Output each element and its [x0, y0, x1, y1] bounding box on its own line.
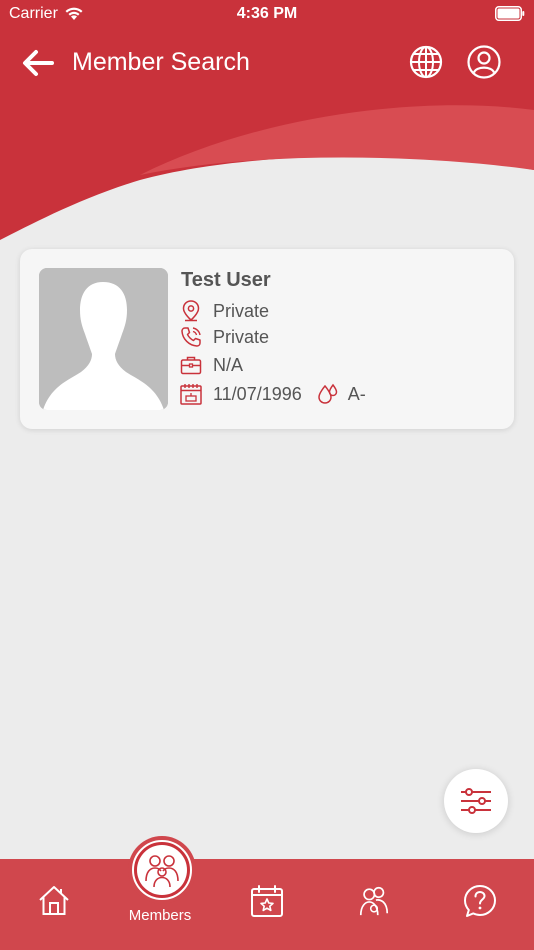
tab-events[interactable]	[250, 859, 284, 950]
family-icon	[359, 886, 389, 916]
phone-icon	[179, 325, 203, 349]
birthday-calendar-icon	[179, 382, 203, 406]
members-tab-label: Members	[128, 907, 192, 924]
members-icon	[145, 855, 179, 888]
address-row: Private	[179, 299, 269, 323]
birth-date-value: 11/07/1996	[213, 383, 302, 404]
member-card[interactable]: Test User Private Private N/A 11/07/1996…	[20, 249, 514, 429]
blood-drop-icon	[316, 382, 340, 406]
occupation-value: N/A	[213, 354, 244, 375]
blood-group: A-	[316, 382, 366, 406]
tab-help[interactable]	[462, 859, 498, 950]
briefcase-icon	[179, 353, 203, 377]
user-profile-icon[interactable]	[466, 44, 502, 80]
birth-blood-row: 11/07/1996 A-	[179, 382, 366, 406]
phone-row: Private	[179, 325, 269, 349]
calendar-star-icon	[251, 885, 283, 917]
status-bar: Carrier 4:36 PM	[0, 0, 534, 28]
battery-icon	[495, 6, 525, 21]
filter-button[interactable]	[444, 769, 508, 833]
members-tab-inner	[137, 845, 187, 895]
member-avatar	[39, 268, 168, 410]
person-silhouette-icon	[39, 268, 168, 410]
help-icon	[464, 885, 496, 917]
address-value: Private	[213, 300, 270, 321]
page-title: Member Search	[72, 48, 250, 76]
tab-members[interactable]: Members	[110, 840, 210, 950]
phone-value: Private	[213, 326, 270, 347]
location-pin-icon	[179, 299, 203, 323]
bottom-tab-bar	[0, 859, 534, 950]
filter-sliders-icon	[461, 788, 491, 814]
tab-home[interactable]	[36, 859, 72, 950]
member-name: Test User	[181, 269, 271, 291]
blood-group-value: A-	[347, 383, 366, 404]
back-arrow-icon[interactable]	[20, 48, 56, 78]
tab-family[interactable]	[356, 859, 392, 950]
globe-icon[interactable]	[408, 44, 444, 80]
members-tab-circle	[132, 840, 192, 900]
navigation-bar: Member Search	[0, 38, 534, 88]
status-time: 4:36 PM	[236, 5, 298, 22]
home-icon	[39, 886, 69, 915]
occupation-row: N/A	[179, 353, 243, 377]
